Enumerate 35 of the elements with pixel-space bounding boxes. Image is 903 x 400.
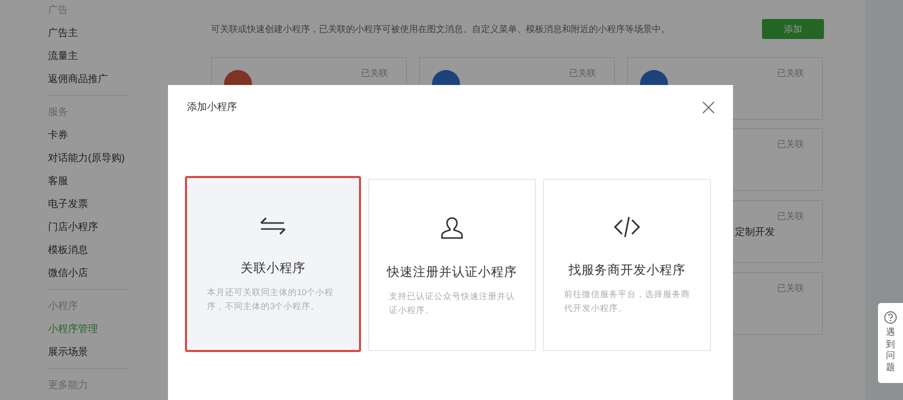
sidebar-item[interactable]: 广告主 [48, 22, 128, 45]
option-card[interactable]: 快速注册并认证小程序 支持已认证公众号快速注册并认证小程序。 [368, 179, 536, 351]
sidebar-item[interactable]: 返佣商品推广 [48, 68, 128, 91]
sidebar-item[interactable]: 模板消息 [48, 239, 128, 262]
status-label: 已关联 [777, 67, 804, 80]
sidebar-item[interactable]: 门店小程序 [48, 216, 128, 239]
status-label: 已关联 [777, 138, 804, 151]
status-label: 已关联 [777, 282, 804, 295]
sidebar-item[interactable]: 流量主 [48, 45, 128, 68]
user-icon [440, 216, 464, 240]
app-name: 定制开发 [735, 226, 775, 239]
option-card[interactable]: 关联小程序 本月还可关联同主体的10个小程序，不同主体的3个小程序。 [185, 176, 361, 352]
close-icon[interactable] [702, 100, 715, 114]
status-label: 已关联 [361, 67, 388, 80]
description-text: 可关联或快速创建小程序，已关联的小程序可被使用在图文消息、自定义菜单、模板消息和附近的小程序等场景中。 [211, 22, 670, 36]
status-label: 已关联 [569, 67, 596, 80]
option-description: 支持已认证公众号快速注册并认证小程序。 [389, 290, 515, 317]
option-card[interactable]: 找服务商开发小程序 前往微信服务平台，选择服务商代开发小程序。 [543, 179, 711, 351]
sidebar-item[interactable]: 卡券 [48, 124, 128, 147]
dialog-title: 添加小程序 [187, 100, 237, 114]
sidebar-item[interactable]: 电子发票 [48, 193, 128, 216]
option-title: 快速注册并认证小程序 [387, 264, 517, 281]
swap-arrows-icon [260, 216, 286, 236]
help-icon [884, 311, 897, 324]
option-description: 本月还可关联同主体的10个小程序，不同主体的3个小程序。 [207, 286, 334, 313]
code-icon [614, 216, 640, 238]
option-title: 关联小程序 [240, 260, 306, 277]
sidebar-item[interactable]: 微信小店 [48, 262, 128, 285]
feedback-button[interactable]: 遇到问题 [878, 303, 903, 383]
option-title: 找服务商开发小程序 [568, 262, 686, 279]
sidebar-item[interactable]: 对话能力(原导购) [48, 147, 128, 170]
option-description: 前往微信服务平台，选择服务商代开发小程序。 [564, 288, 690, 315]
sidebar-item[interactable]: 展示场景 [48, 341, 128, 364]
status-label: 已关联 [777, 210, 804, 223]
sidebar-item[interactable]: 客服 [48, 170, 128, 193]
